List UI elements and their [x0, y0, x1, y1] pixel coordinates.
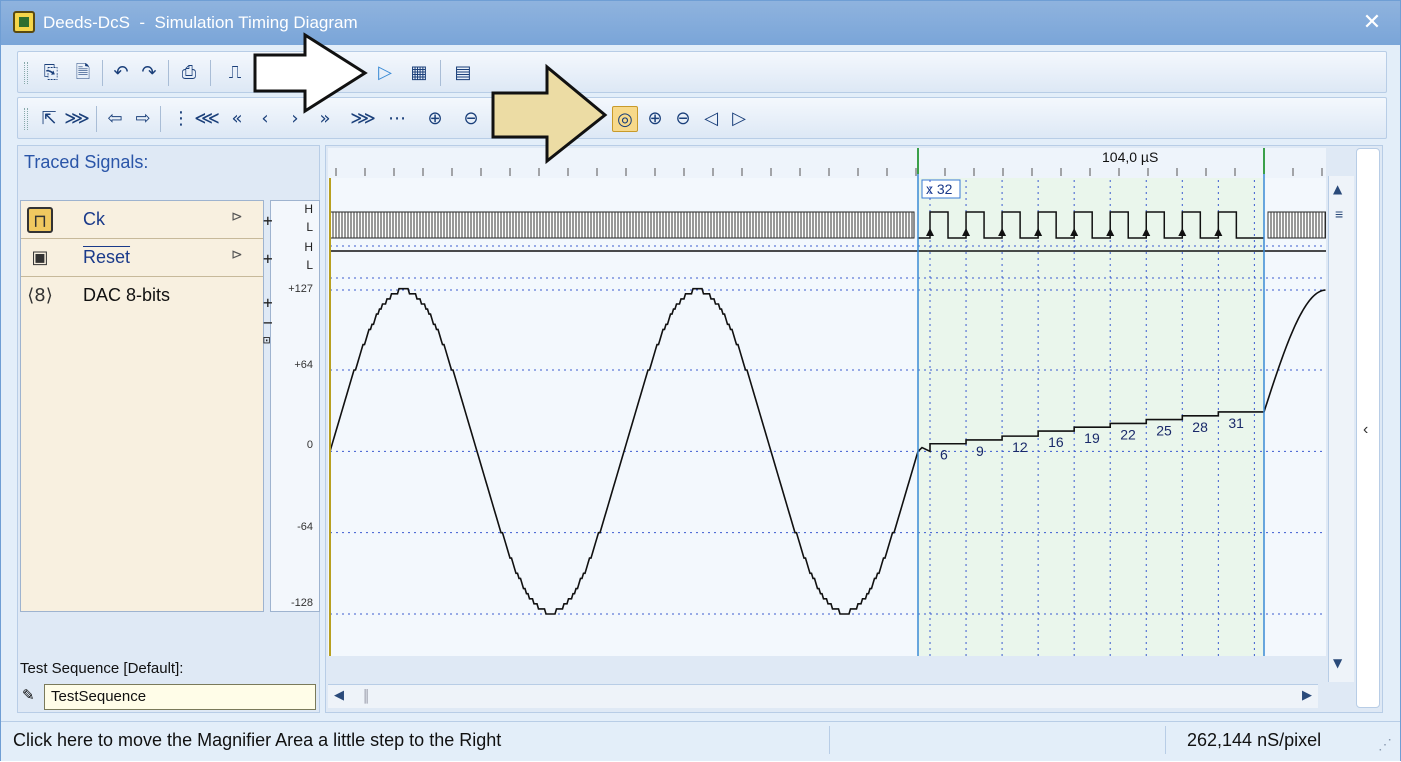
resize-grip-icon[interactable]: ⋰	[1378, 736, 1392, 753]
collapsed-side-panel[interactable]: ‹	[1356, 148, 1380, 708]
step-value-label: 28	[1192, 419, 1208, 435]
signal-row-dac[interactable]: ⟨8⟩ DAC 8-bits	[21, 277, 263, 611]
signal-name: Reset	[83, 247, 131, 267]
fast-rewind-icon[interactable]: ⋘	[194, 106, 220, 132]
time-ruler[interactable]	[328, 148, 1326, 178]
scroll-thumb[interactable]: ≡	[1335, 206, 1343, 222]
y-tick: +64	[294, 359, 313, 371]
magnifier-zoom-in-icon[interactable]: ⊕	[642, 106, 668, 132]
clock-icon: ⊓	[27, 207, 53, 233]
grid-icon[interactable]: ▦	[406, 60, 432, 86]
zoom-label: x 32	[926, 181, 953, 197]
y-tick: 0	[306, 439, 313, 451]
sequence-icon: ✎	[22, 686, 35, 704]
signal-edge-icon[interactable]: ⎍	[222, 60, 248, 86]
zoom-in-icon[interactable]: ⊕	[422, 106, 448, 132]
step-value-label: 25	[1156, 423, 1172, 439]
signal-scale-column: + H L + H L + − ⊡ +127 +64 0 -64 -128	[263, 200, 320, 612]
toolbar-main: ⎘ 🗎 ↶ ↷ ⎙ ⎍ ▷ ▦ ▤	[17, 51, 1387, 93]
step-value-label: 6	[940, 447, 948, 463]
marker-icon[interactable]: ⋮	[168, 106, 194, 132]
y-tick: -64	[297, 521, 313, 533]
signal-name: DAC 8-bits	[83, 285, 171, 305]
scroll-right-icon[interactable]: ▶	[1302, 688, 1312, 703]
signal-row-ck[interactable]: ⊓ Ck ⊳	[21, 201, 263, 239]
reset-icon: ▣	[31, 247, 49, 268]
document-icon[interactable]: 🗎	[70, 60, 96, 86]
step-value-label: 9	[976, 443, 984, 459]
panel-icon[interactable]: ▤	[450, 60, 476, 86]
scroll-up-icon[interactable]: ▲	[1333, 182, 1342, 196]
close-button[interactable]: ✕	[1358, 7, 1386, 37]
go-right-icon[interactable]: ⇨	[130, 106, 156, 132]
play-signal-icon[interactable]: ⊳	[231, 209, 243, 225]
test-sequence-field[interactable]: TestSequence	[44, 684, 316, 710]
low-label: L	[306, 258, 313, 272]
step-forward-icon[interactable]: ›	[282, 106, 308, 132]
toolbar-grip[interactable]	[24, 62, 28, 84]
play-signal-icon[interactable]: ⊳	[231, 247, 243, 263]
timing-diagram-window: Deeds-DcS - Simulation Timing Diagram ✕ …	[0, 0, 1401, 761]
step-value-label: 16	[1048, 434, 1064, 450]
y-tick: +127	[288, 283, 313, 295]
time-marker: 104,0 µS	[1102, 149, 1158, 165]
signal-name: Ck	[83, 209, 105, 229]
magnifier-area[interactable]	[918, 178, 1264, 656]
step-back-icon[interactable]: ‹	[252, 106, 278, 132]
end-marker-icon[interactable]: ⋯	[384, 106, 410, 132]
expand-icon[interactable]: +	[263, 293, 273, 312]
scroll-down-icon[interactable]: ▼	[1333, 656, 1342, 670]
expand-icon[interactable]: +	[263, 211, 273, 230]
undo-icon[interactable]: ↶	[108, 60, 134, 86]
scroll-left-icon[interactable]: ◀	[334, 688, 344, 703]
high-label: H	[304, 240, 313, 254]
expand-icon[interactable]: +	[263, 249, 273, 268]
magnifier-right-icon[interactable]: ▷	[726, 106, 752, 132]
step-value-label: 12	[1012, 439, 1028, 455]
high-label: H	[304, 202, 313, 216]
zoom-out-icon[interactable]: ⊖	[458, 106, 484, 132]
toolbar-navigation: ⇱ ⋙ ⇦ ⇨ ⋮ ⋘ « ‹ › » ⋙ ⋯ ⊕ ⊖ ◎ ⊕ ⊖ ◁ ▷	[17, 97, 1387, 139]
y-tick: -128	[290, 597, 313, 609]
collapse-icon[interactable]: −	[263, 313, 273, 332]
traced-signals-panel: Traced Signals: ⊓ Ck ⊳ ▣ Reset ⊳ ⟨8⟩ DAC…	[17, 145, 320, 713]
step-value-label: 19	[1084, 430, 1100, 446]
clipboard-icon[interactable]: ⎙	[176, 60, 202, 86]
low-label: L	[306, 220, 313, 234]
clock-dense-left	[329, 211, 915, 239]
toolbar-grip[interactable]	[24, 108, 28, 130]
title-bar[interactable]: Deeds-DcS - Simulation Timing Diagram ✕	[1, 1, 1400, 45]
go-left-icon[interactable]: ⇦	[102, 106, 128, 132]
window-title: Deeds-DcS - Simulation Timing Diagram	[43, 13, 358, 32]
select-pointer-icon[interactable]: ⇱	[36, 106, 62, 132]
signal-list: ⊓ Ck ⊳ ▣ Reset ⊳ ⟨8⟩ DAC 8-bits	[20, 200, 264, 612]
step-value-label: 31	[1228, 415, 1244, 431]
fast-forward-icon[interactable]: ⋙	[350, 106, 376, 132]
timing-plot-frame: 104,0 µS x 32 6 9 12 16 19 22 25 28 31 ▲ ≡ ▼ ◀ ║…	[325, 145, 1383, 713]
traced-signals-title: Traced Signals:	[24, 152, 149, 172]
timing-diagram-chart[interactable]: 104,0 µS x 32 6 9 12 16 19 22 25 28 31	[326, 146, 1326, 682]
horizontal-scrollbar[interactable]: ◀ ║ ▶	[328, 684, 1318, 708]
status-hint: Click here to move the Magnifier Area a …	[13, 730, 502, 750]
status-bar: Click here to move the Magnifier Area a …	[1, 721, 1400, 761]
magnifier-zoom-out-icon[interactable]: ⊖	[670, 106, 696, 132]
rewind-icon[interactable]: «	[224, 106, 250, 132]
scroll-thumb[interactable]: ║	[362, 689, 371, 703]
bus-8-icon: ⟨8⟩	[27, 285, 53, 306]
test-sequence-label: Test Sequence [Default]:	[20, 660, 184, 677]
magnifier-left-icon[interactable]: ◁	[698, 106, 724, 132]
forward-icon[interactable]: »	[312, 106, 338, 132]
time-scale: 262,144 nS/pixel	[1187, 730, 1322, 750]
signals-icon[interactable]: ⋙	[64, 106, 90, 132]
chevron-left-icon[interactable]: ‹	[1363, 421, 1368, 439]
redo-icon[interactable]: ↷	[136, 60, 162, 86]
magnifier-icon[interactable]: ◎	[612, 106, 638, 132]
vertical-scrollbar[interactable]: ▲ ≡ ▼	[1328, 176, 1354, 682]
fit-icon[interactable]: ⊡	[263, 333, 270, 347]
app-icon	[13, 11, 35, 33]
signal-row-reset[interactable]: ▣ Reset ⊳	[21, 239, 263, 277]
run-simulation-icon[interactable]: ▷	[372, 60, 398, 86]
step-value-label: 22	[1120, 426, 1136, 442]
copy-diagram-icon[interactable]: ⎘	[38, 60, 64, 86]
